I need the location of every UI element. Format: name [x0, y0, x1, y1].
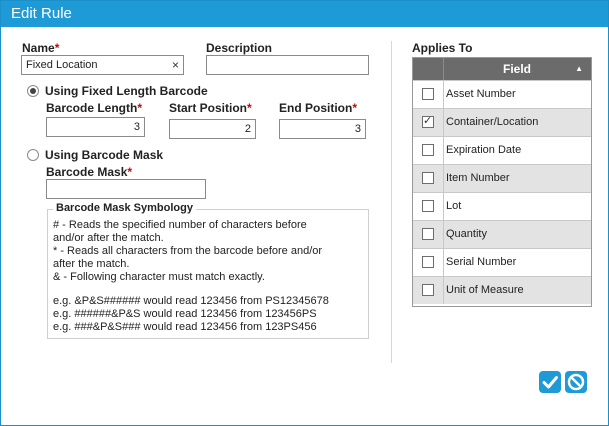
row-label: Unit of Measure: [446, 284, 524, 296]
symbology-line: and/or after the match.: [53, 232, 164, 244]
symbology-title: Barcode Mask Symbology: [53, 202, 196, 214]
barcode-mask-radio[interactable]: [27, 149, 39, 161]
grid-row[interactable]: Lot: [413, 192, 591, 220]
grid-header[interactable]: Field ▲: [413, 58, 591, 80]
row-label: Lot: [446, 200, 462, 212]
grid-row[interactable]: Asset Number: [413, 80, 591, 108]
row-label: Serial Number: [446, 256, 517, 268]
name-input-value: Fixed Location: [26, 59, 98, 71]
cancel-icon: [567, 373, 585, 391]
checkmark-icon: ✓: [423, 115, 433, 127]
end-position-input[interactable]: 3: [279, 119, 366, 139]
clear-icon[interactable]: ×: [172, 56, 179, 74]
symbology-example: e.g. ###&P&S### would read 123456 from 1…: [53, 321, 317, 333]
description-label: Description: [206, 41, 273, 55]
row-label: Item Number: [446, 172, 510, 184]
grid-row[interactable]: Quantity: [413, 220, 591, 248]
symbology-line: * - Reads all characters from the barcod…: [53, 245, 323, 257]
symbology-example: e.g. ######&P&S would read 123456 from 1…: [53, 308, 317, 320]
cancel-button[interactable]: [565, 371, 587, 393]
barcode-mask-label: Barcode Mask*: [46, 165, 132, 179]
row-label: Container/Location: [446, 116, 539, 128]
name-label-text: Name: [22, 41, 55, 55]
dialog-title: Edit Rule: [1, 1, 608, 27]
start-position-label: Start Position*: [169, 101, 252, 115]
grid-row[interactable]: ✓ Container/Location: [413, 108, 591, 136]
applies-to-title: Applies To: [412, 41, 473, 55]
grid-row[interactable]: Item Number: [413, 164, 591, 192]
end-position-label-text: End Position: [279, 101, 353, 115]
required-marker: *: [247, 101, 252, 115]
barcode-mask-option-label: Using Barcode Mask: [45, 148, 164, 162]
symbology-line: & - Following character must match exact…: [53, 271, 265, 283]
fixed-length-label: Using Fixed Length Barcode: [45, 84, 208, 98]
checkmark-icon: [542, 376, 558, 389]
grid-row[interactable]: Unit of Measure: [413, 276, 591, 304]
name-label: Name*: [22, 41, 59, 55]
required-marker: *: [352, 101, 358, 115]
required-marker: *: [127, 165, 133, 179]
row-checkbox[interactable]: [422, 200, 434, 212]
row-checkbox[interactable]: [422, 228, 434, 240]
field-column-header[interactable]: Field: [443, 58, 591, 80]
row-checkbox[interactable]: [422, 284, 434, 296]
header-checkbox-cell: [413, 58, 444, 80]
symbology-line: # - Reads the specified number of charac…: [53, 219, 307, 231]
barcode-length-label: Barcode Length*: [46, 101, 142, 115]
row-checkbox[interactable]: [422, 144, 434, 156]
end-position-label: End Position*: [279, 101, 357, 115]
start-position-label-text: Start Position: [169, 101, 248, 115]
edit-rule-dialog: Edit Rule Name* Fixed Location × Descrip…: [0, 0, 609, 426]
column-divider: [391, 41, 392, 363]
sort-ascending-icon[interactable]: ▲: [575, 58, 583, 80]
row-checkbox[interactable]: [422, 172, 434, 184]
grid-row[interactable]: Expiration Date: [413, 136, 591, 164]
row-checkbox[interactable]: [422, 256, 434, 268]
barcode-mask-label-text: Barcode Mask: [46, 165, 128, 179]
barcode-length-input[interactable]: 3: [46, 117, 145, 137]
description-input[interactable]: [206, 55, 369, 75]
row-label: Expiration Date: [446, 144, 522, 156]
start-position-input[interactable]: 2: [169, 119, 256, 139]
grid-row[interactable]: Serial Number: [413, 248, 591, 276]
symbology-line: after the match.: [53, 258, 130, 270]
row-checkbox[interactable]: ✓: [422, 115, 434, 128]
applies-to-grid: Field ▲ Asset Number ✓ Container/Locatio…: [412, 57, 592, 307]
required-marker: *: [54, 41, 60, 55]
name-input[interactable]: Fixed Location ×: [21, 55, 184, 75]
barcode-length-label-text: Barcode Length: [46, 101, 138, 115]
symbology-example: e.g. &P&S###### would read 123456 from P…: [53, 295, 329, 307]
row-label: Quantity: [446, 228, 487, 240]
barcode-mask-input[interactable]: [46, 179, 206, 199]
fixed-length-radio[interactable]: [27, 85, 39, 97]
row-label: Asset Number: [446, 88, 516, 100]
required-marker: *: [137, 101, 143, 115]
save-button[interactable]: [539, 371, 561, 393]
row-checkbox[interactable]: [422, 88, 434, 100]
